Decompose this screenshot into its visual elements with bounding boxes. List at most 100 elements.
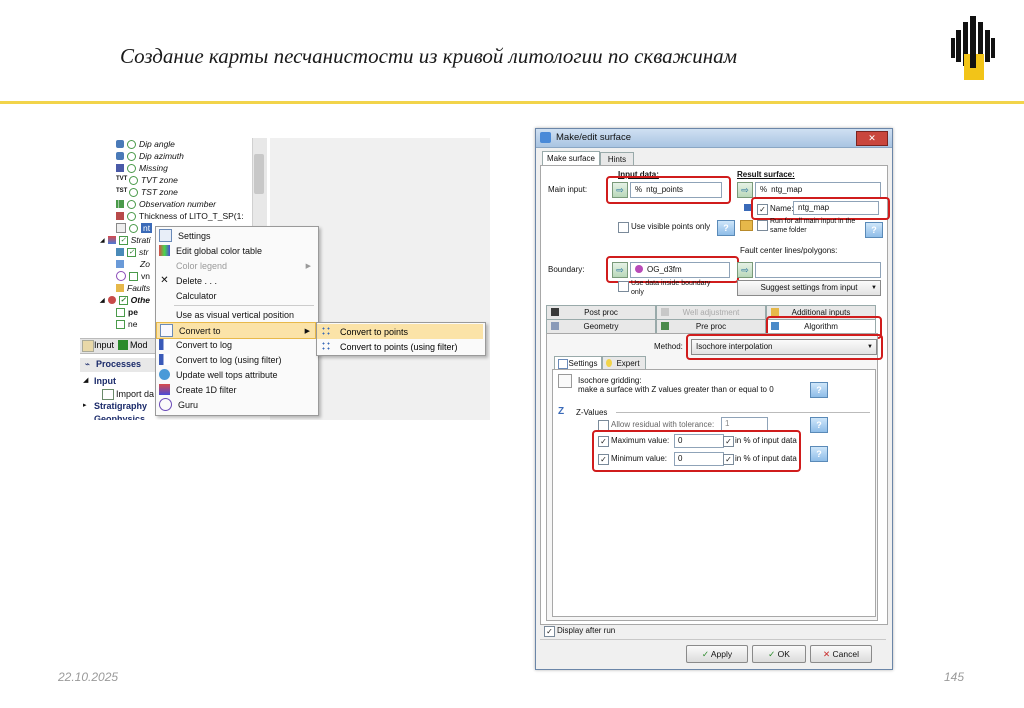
stratigraphy-icon [107, 236, 116, 244]
tree-item-label: TST zone [141, 187, 178, 197]
tree-item[interactable]: Missing [116, 162, 168, 174]
group-divider [616, 412, 870, 413]
z-values-heading: Z-Values [576, 408, 608, 417]
radio-icon[interactable] [127, 199, 136, 209]
collapse-icon[interactable]: ◢ [83, 376, 88, 384]
checkbox-icon[interactable]: ✓ [127, 247, 136, 257]
tree-item-selected[interactable]: nt [116, 222, 153, 234]
use-visible-checkbox[interactable] [618, 222, 629, 233]
checkbox-icon[interactable]: ✓ [118, 235, 128, 245]
tab-input[interactable]: Input [94, 340, 114, 350]
help-button[interactable]: ? [717, 220, 735, 236]
tree-item[interactable]: ◢ ✓ Othe [100, 294, 150, 306]
tree-item[interactable]: Zo [116, 258, 150, 270]
help-button[interactable]: ? [810, 417, 828, 433]
insert-fault-button[interactable]: ⇨ [737, 262, 753, 278]
radio-icon[interactable] [129, 175, 138, 185]
menu-item-convert-to-points[interactable]: Convert to points [317, 324, 483, 339]
app-icon [540, 132, 551, 143]
radio-icon[interactable] [127, 163, 136, 173]
tab-make-surface[interactable]: Make surface [542, 151, 600, 166]
tree-item[interactable]: Dip azimuth [116, 150, 184, 162]
tree-item[interactable]: TVT TVT zone [116, 174, 178, 186]
histogram-icon [116, 200, 124, 208]
insert-result-button[interactable]: ⇨ [737, 182, 753, 198]
fault-lines-field[interactable] [755, 262, 881, 278]
menu-separator [174, 305, 314, 306]
menu-item-edit-color-table[interactable]: Edit global color table [156, 243, 316, 258]
menu-item-settings[interactable]: Settings [156, 228, 316, 243]
tree-item[interactable]: Dip angle [116, 138, 175, 150]
suggest-settings-dropdown[interactable]: Suggest settings from input ▼ [737, 280, 881, 296]
help-button[interactable]: ? [865, 222, 883, 238]
menu-item-convert-to-log-filter[interactable]: Convert to log (using filter) [156, 352, 316, 367]
submenu-arrow-icon: ▶ [304, 327, 310, 335]
highlight-min-max [592, 430, 801, 472]
vn-icon [116, 271, 126, 281]
tree-item-label: Othe [130, 295, 150, 305]
tab-pre-proc[interactable]: Pre proc [656, 319, 766, 334]
menu-item-convert-to-log[interactable]: Convert to log [156, 337, 316, 352]
input-tab-icon [82, 340, 94, 352]
checkbox-icon[interactable] [116, 319, 125, 329]
help-button[interactable]: ? [810, 382, 828, 398]
result-surface-field[interactable]: % ntg_map [755, 182, 881, 198]
filter-icon [159, 384, 170, 395]
tree-item[interactable]: ◢ ✓ Strati [100, 234, 150, 246]
tab-post-proc[interactable]: Post proc [546, 305, 656, 320]
expand-icon[interactable]: ◢ [100, 297, 105, 304]
tree-item[interactable]: Faults [116, 282, 150, 294]
color-table-icon [159, 245, 170, 256]
cancel-button[interactable]: ✕ Cancel [810, 645, 872, 663]
dialog-title: Make/edit surface [556, 132, 631, 143]
tree-item[interactable]: vn [116, 270, 150, 282]
checkbox-icon[interactable]: ✓ [118, 295, 128, 305]
menu-item-visual-vertical[interactable]: Use as visual vertical position [156, 307, 316, 322]
tree-item[interactable]: ✓ str [116, 246, 148, 258]
tab-well-adjustment[interactable]: Well adjustment [656, 305, 766, 320]
name-icon [744, 204, 751, 211]
menu-item-calculator[interactable]: Calculator [156, 288, 316, 303]
tree-item[interactable]: pe [116, 306, 138, 318]
ok-button[interactable]: ✓ OK [752, 645, 806, 663]
apply-button[interactable]: ✓ Apply [686, 645, 748, 663]
expand-icon[interactable]: ▸ [83, 401, 87, 409]
tree-item[interactable]: Observation number [116, 198, 216, 210]
radio-icon[interactable] [127, 211, 136, 221]
tree-item[interactable]: Thickness of LITO_T_SP(1: [116, 210, 244, 222]
radio-icon[interactable] [127, 139, 136, 149]
expand-icon[interactable]: ◢ [100, 237, 105, 244]
strat-item-icon [116, 248, 124, 256]
process-group-geophysics[interactable]: Geophysics [94, 414, 145, 420]
residual-tolerance-field[interactable]: 1 [721, 417, 768, 431]
tab-models[interactable]: Mod [130, 340, 148, 350]
menu-item-convert-to-points-filter[interactable]: Convert to points (using filter) [317, 339, 483, 354]
dialog-titlebar[interactable]: Make/edit surface ✕ [536, 129, 892, 148]
highlight-main-input [606, 176, 731, 204]
method-label: Method: [654, 342, 683, 351]
process-group-stratigraphy[interactable]: Stratigraphy [94, 401, 147, 411]
checkbox-icon[interactable] [129, 271, 138, 281]
menu-item-update-well-tops[interactable]: Update well tops attribute [156, 367, 316, 382]
radio-icon[interactable] [129, 187, 138, 197]
tab-geometry[interactable]: Geometry [546, 319, 656, 334]
use-data-inside-checkbox[interactable] [618, 281, 629, 292]
scrollbar-thumb[interactable] [254, 154, 264, 194]
radio-icon[interactable] [129, 223, 138, 233]
display-after-run-checkbox[interactable]: ✓ [544, 626, 555, 637]
checkbox-icon[interactable] [116, 307, 125, 317]
process-import-data[interactable]: Import da [116, 389, 154, 399]
run-all-checkbox[interactable] [757, 220, 768, 231]
menu-item-guru[interactable]: Guru [156, 397, 316, 412]
process-group-input[interactable]: Input [94, 376, 116, 386]
close-button[interactable]: ✕ [856, 131, 888, 146]
tree-item[interactable]: TST TST zone [116, 186, 178, 198]
menu-item-delete[interactable]: ✕ Delete . . . [156, 273, 316, 288]
radio-icon[interactable] [127, 151, 136, 161]
menu-item-create-1d-filter[interactable]: Create 1D filter [156, 382, 316, 397]
tree-item-label: pe [128, 307, 138, 317]
tree-item-label: nt [141, 223, 153, 233]
tree-item[interactable]: ne [116, 318, 137, 330]
settings-icon [558, 359, 568, 369]
help-button[interactable]: ? [810, 446, 828, 462]
